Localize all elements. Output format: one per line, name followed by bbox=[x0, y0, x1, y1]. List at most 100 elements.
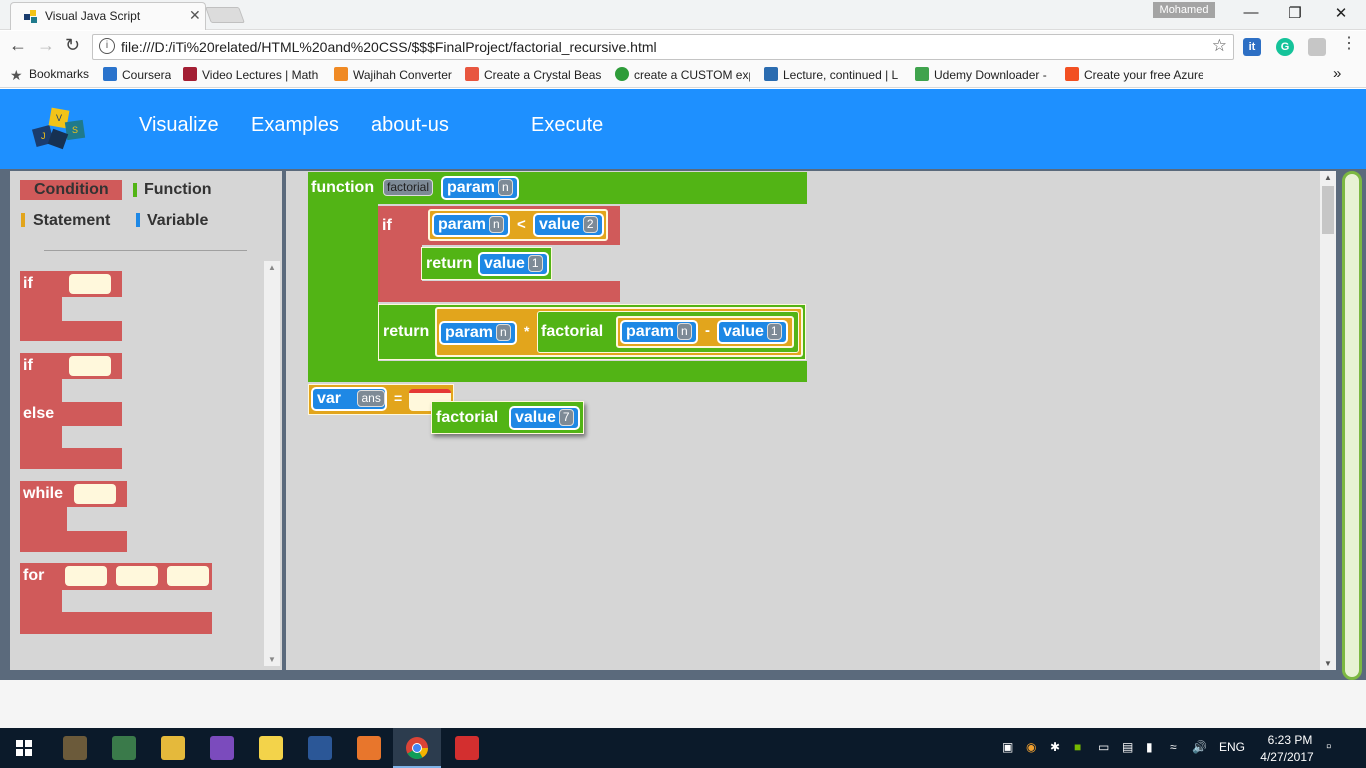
more-bookmarks-icon[interactable]: » bbox=[1333, 65, 1341, 82]
nav-execute[interactable]: Execute bbox=[531, 114, 603, 137]
category-statement[interactable]: Statement bbox=[33, 212, 110, 230]
param-block[interactable]: param n bbox=[620, 320, 698, 344]
wifi-tray-icon[interactable]: ≈ bbox=[1170, 740, 1177, 754]
param-name[interactable]: n bbox=[677, 323, 692, 340]
word-icon[interactable] bbox=[308, 736, 332, 760]
scroll-down-icon[interactable]: ▼ bbox=[1324, 659, 1332, 668]
condition-slot[interactable] bbox=[116, 566, 158, 586]
sticky-notes-icon[interactable] bbox=[259, 736, 283, 760]
scroll-up-icon[interactable]: ▲ bbox=[268, 263, 276, 272]
bookmark-item[interactable]: Create your free Azure bbox=[1065, 67, 1203, 82]
param-block[interactable]: param n bbox=[441, 176, 519, 200]
file-explorer-icon[interactable] bbox=[161, 736, 185, 760]
extension-icon[interactable]: it bbox=[1243, 38, 1261, 56]
minus-operator[interactable]: - bbox=[705, 322, 710, 339]
printer-tray-icon[interactable]: ▤ bbox=[1122, 740, 1133, 754]
puzzle-logo-icon[interactable]: J V S bbox=[28, 103, 96, 155]
param-block[interactable]: param n bbox=[439, 321, 517, 345]
bookmark-item[interactable]: Wajihah Converter bbox=[334, 67, 452, 82]
media-player-icon[interactable] bbox=[357, 736, 381, 760]
value-number[interactable]: 1 bbox=[766, 323, 782, 340]
books-icon[interactable] bbox=[112, 736, 136, 760]
window-close-icon[interactable]: ✕ bbox=[1326, 4, 1356, 22]
bookmark-item[interactable]: create a CUSTOM exp bbox=[615, 67, 750, 82]
palette-for-block[interactable]: for bbox=[20, 563, 212, 634]
new-tab-button[interactable] bbox=[205, 7, 245, 23]
page-scrollbar[interactable] bbox=[1342, 171, 1362, 680]
nav-visualize[interactable]: Visualize bbox=[139, 114, 219, 137]
value-block[interactable]: value 1 bbox=[717, 320, 788, 344]
avast-tray-icon[interactable]: ◉ bbox=[1026, 740, 1036, 754]
palette-scrollbar[interactable]: ▲ ▼ bbox=[264, 261, 280, 666]
value-number[interactable]: 1 bbox=[527, 255, 543, 272]
address-url[interactable]: file:///D:/iTi%20related/HTML%20and%20CS… bbox=[121, 39, 657, 55]
subtract-expression[interactable]: param n - value 1 bbox=[616, 316, 794, 348]
function-call[interactable]: factorial param n - value 1 bbox=[537, 311, 799, 353]
clock-date[interactable]: 4/27/2017 bbox=[1256, 750, 1318, 764]
scroll-up-icon[interactable]: ▲ bbox=[1324, 173, 1332, 182]
battery-tray-icon[interactable]: ▮ bbox=[1146, 740, 1153, 754]
value-block[interactable]: value 7 bbox=[509, 406, 580, 430]
bookmark-item[interactable]: Video Lectures | Math bbox=[183, 67, 319, 82]
address-bar[interactable]: i file:///D:/iTi%20related/HTML%20and%20… bbox=[92, 34, 1234, 60]
bookmark-star-icon[interactable]: ☆ bbox=[1212, 36, 1227, 56]
bookmark-item[interactable]: Lecture, continued | L bbox=[764, 67, 900, 82]
nav-about-us[interactable]: about-us bbox=[371, 114, 449, 137]
workspace-scroll-thumb[interactable] bbox=[1322, 186, 1334, 234]
display-tray-icon[interactable]: ▭ bbox=[1098, 740, 1109, 754]
tab-active[interactable]: Visual Java Script ✕ bbox=[10, 2, 206, 30]
menu-icon[interactable]: ⋮ bbox=[1341, 33, 1357, 53]
restore-icon[interactable]: ❐ bbox=[1280, 4, 1310, 22]
reload-icon[interactable]: ↻ bbox=[65, 35, 80, 56]
info-icon[interactable]: i bbox=[99, 38, 115, 54]
extension-icon-2[interactable] bbox=[1308, 38, 1326, 56]
profile-button[interactable]: Mohamed bbox=[1153, 2, 1215, 18]
windows-start-icon[interactable] bbox=[16, 740, 32, 756]
forward-icon[interactable]: → bbox=[37, 35, 55, 56]
chrome-taskbar-active[interactable] bbox=[393, 728, 441, 768]
param-name[interactable]: n bbox=[489, 216, 504, 233]
volume-tray-icon[interactable]: 🔊 bbox=[1192, 740, 1207, 754]
function-call-dragging[interactable]: factorial value 7 bbox=[431, 401, 584, 434]
bookmark-item[interactable]: Create a Crystal Beast bbox=[465, 67, 601, 82]
grammarly-icon[interactable]: G bbox=[1276, 38, 1294, 56]
notifications-icon[interactable]: ▫ bbox=[1326, 738, 1331, 755]
bookmark-item[interactable]: ★ Bookmarks bbox=[10, 67, 89, 81]
param-name[interactable]: n bbox=[498, 179, 513, 196]
var-block[interactable]: var ans bbox=[311, 387, 387, 411]
palette-while-block[interactable]: while bbox=[20, 481, 127, 552]
scroll-down-icon[interactable]: ▼ bbox=[268, 655, 276, 664]
acrobat-icon[interactable] bbox=[455, 736, 479, 760]
back-icon[interactable]: ← bbox=[9, 35, 27, 56]
network-tray-icon[interactable]: ▣ bbox=[1002, 740, 1013, 754]
palette-if-block[interactable]: if bbox=[20, 271, 122, 341]
bookmark-item[interactable]: Coursera bbox=[103, 67, 171, 82]
condition-expression[interactable]: param n < value 2 bbox=[428, 209, 608, 241]
update-slot[interactable] bbox=[167, 566, 209, 586]
bookmark-item[interactable]: Udemy Downloader - bbox=[915, 67, 1051, 82]
value-block[interactable]: value 1 bbox=[478, 252, 549, 276]
sublime-icon[interactable] bbox=[63, 736, 87, 760]
category-variable[interactable]: Variable bbox=[147, 212, 208, 230]
condition-slot[interactable] bbox=[69, 356, 111, 376]
nvidia-tray-icon[interactable]: ■ bbox=[1074, 740, 1081, 754]
bluetooth-tray-icon[interactable]: ✱ bbox=[1050, 740, 1060, 754]
visual-studio-icon[interactable] bbox=[210, 736, 234, 760]
init-slot[interactable] bbox=[65, 566, 107, 586]
param-block[interactable]: param n bbox=[432, 213, 510, 237]
return-statement[interactable]: return value 1 bbox=[421, 247, 552, 280]
multiply-expression[interactable]: param n * factorial param n - value 1 bbox=[435, 307, 803, 357]
value-number[interactable]: 7 bbox=[558, 409, 574, 426]
workspace-scrollbar[interactable]: ▲ ▼ bbox=[1320, 171, 1336, 670]
return-statement[interactable]: return param n * factorial param n - value… bbox=[378, 304, 806, 360]
condition-slot[interactable] bbox=[74, 484, 116, 504]
palette-if-else-block[interactable]: if else bbox=[20, 353, 122, 469]
var-name[interactable]: ans bbox=[357, 390, 385, 407]
tab-close-icon[interactable]: ✕ bbox=[189, 7, 201, 24]
assign-operator[interactable]: = bbox=[394, 390, 402, 406]
value-block[interactable]: value 2 bbox=[533, 213, 604, 237]
language-indicator[interactable]: ENG bbox=[1219, 740, 1245, 754]
minimize-icon[interactable]: — bbox=[1236, 4, 1266, 21]
multiply-operator[interactable]: * bbox=[524, 323, 529, 339]
category-function[interactable]: Function bbox=[144, 181, 212, 199]
